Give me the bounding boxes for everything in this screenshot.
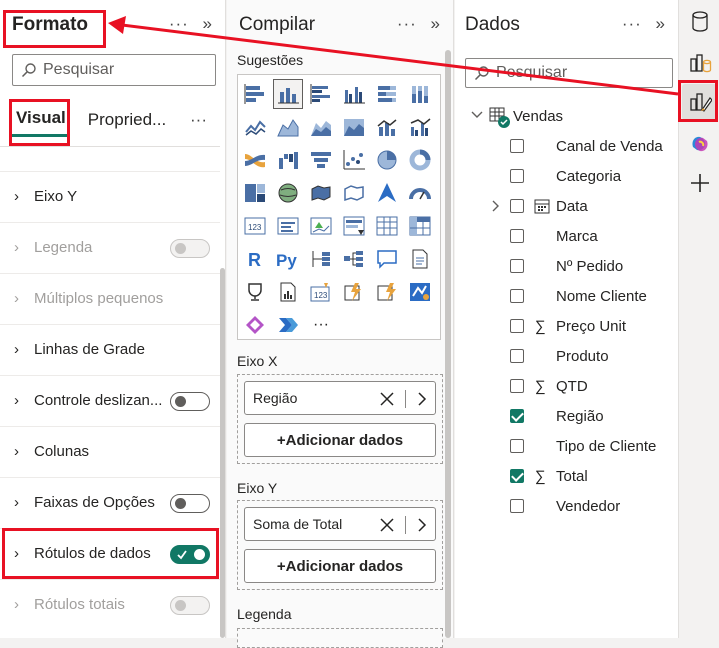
annotation-arrow	[108, 16, 679, 96]
